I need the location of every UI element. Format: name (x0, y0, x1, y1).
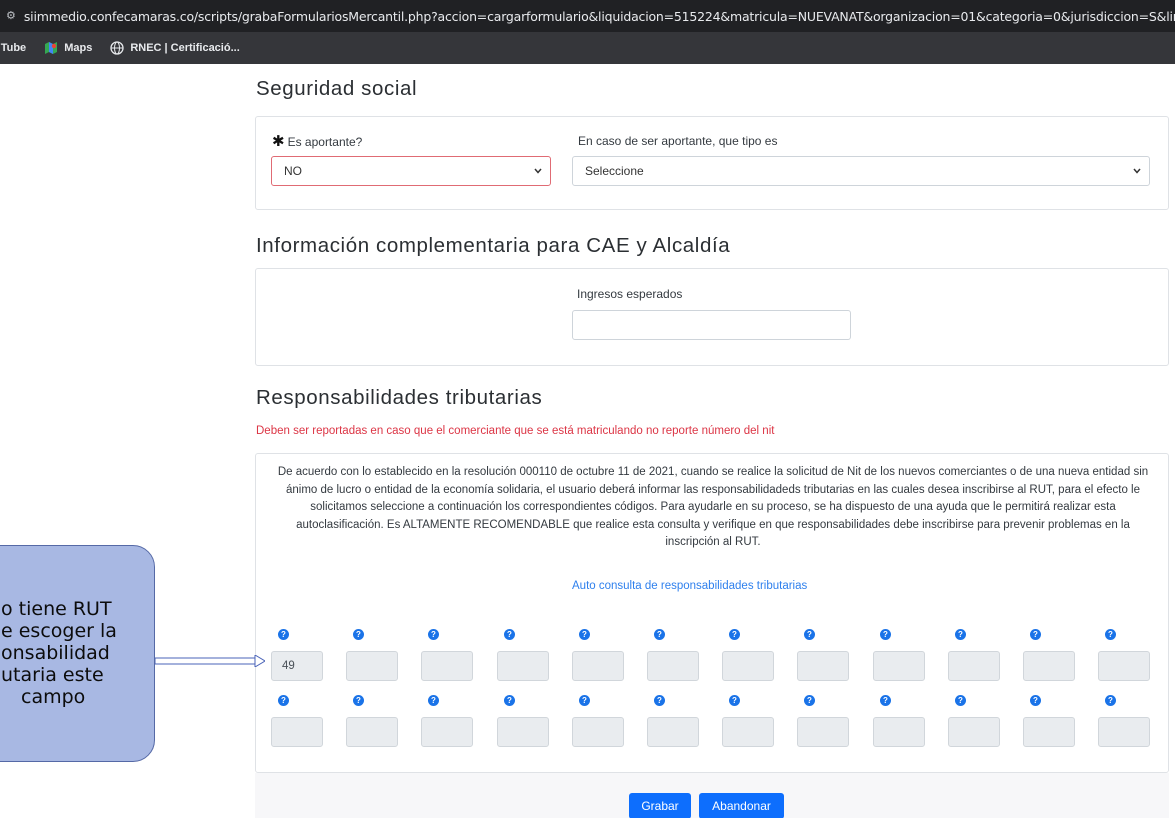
help-icon[interactable]: ? (579, 629, 590, 640)
help-icon[interactable]: ? (353, 695, 364, 706)
help-icon[interactable]: ? (278, 629, 289, 640)
responsabilidad-code-input[interactable] (1023, 717, 1075, 747)
responsabilidad-code-input[interactable] (421, 717, 473, 747)
callout-line: campo (21, 686, 86, 708)
callout-line: o tiene RUT (1, 598, 112, 620)
grabar-button[interactable]: Grabar (629, 793, 691, 818)
globe-icon (110, 41, 124, 55)
responsabilidad-code-input[interactable] (948, 717, 1000, 747)
help-icon[interactable]: ? (1030, 695, 1041, 706)
help-icon[interactable]: ? (428, 629, 439, 640)
help-icon[interactable]: ? (880, 629, 891, 640)
bookmarks-bar: uTube Maps RNEC | Certificació... (0, 32, 1175, 64)
tipo-aportante-select[interactable]: Seleccione (572, 156, 1150, 186)
responsabilidad-code-input[interactable] (1098, 717, 1150, 747)
responsabilidad-code-input[interactable] (572, 717, 624, 747)
callout-line: utaria este (1, 664, 104, 686)
responsabilidad-code-input[interactable] (1098, 651, 1150, 681)
abandonar-button[interactable]: Abandonar (699, 793, 784, 818)
bookmark-rnec[interactable]: RNEC | Certificació... (110, 41, 240, 55)
responsabilidad-code-input[interactable] (346, 717, 398, 747)
chevron-down-icon (534, 168, 542, 174)
responsabilidad-code-input[interactable] (647, 717, 699, 747)
help-icon[interactable]: ? (729, 695, 740, 706)
required-asterisk-icon: ✱ (272, 133, 285, 150)
aportante-label: ✱ Es aportante? (272, 133, 363, 150)
responsabilidad-code-input[interactable]: 49 (271, 651, 323, 681)
section-title-seguridad-social: Seguridad social (256, 77, 418, 100)
aportante-value: NO (284, 164, 302, 178)
section-title-info-complementaria: Información complementaria para CAE y Al… (256, 234, 731, 257)
callout-line: e escoger la (1, 620, 117, 642)
responsabilidades-warning: Deben ser reportadas en caso que el come… (256, 425, 775, 437)
help-icon[interactable]: ? (579, 695, 590, 706)
responsabilidad-code-input[interactable] (346, 651, 398, 681)
site-info-icon[interactable]: ⚙ (6, 9, 16, 23)
help-icon[interactable]: ? (955, 695, 966, 706)
responsabilidad-code-input[interactable] (873, 651, 925, 681)
ingresos-input[interactable] (572, 310, 851, 340)
bookmark-label: RNEC | Certificació... (130, 42, 240, 54)
help-icon[interactable]: ? (504, 629, 515, 640)
responsabilidad-code-input[interactable] (647, 651, 699, 681)
responsabilidad-code-input[interactable] (572, 651, 624, 681)
help-icon[interactable]: ? (654, 695, 665, 706)
responsabilidad-code-input[interactable] (421, 651, 473, 681)
callout-line: onsabilidad (1, 642, 110, 664)
form-page: Seguridad social ✱ Es aportante? NO En ca… (0, 64, 1175, 818)
help-icon[interactable]: ? (804, 695, 815, 706)
help-icon[interactable]: ? (1105, 695, 1116, 706)
responsabilidad-code-input[interactable] (797, 651, 849, 681)
responsabilidad-code-input[interactable] (271, 717, 323, 747)
help-icon[interactable]: ? (804, 629, 815, 640)
seguridad-social-card: ✱ Es aportante? NO En caso de ser aportan… (255, 116, 1169, 210)
bookmark-youtube[interactable]: uTube (0, 42, 26, 54)
responsabilidad-code-input[interactable] (797, 717, 849, 747)
callout-text: o tiene RUT e escoger la onsabilidad uta… (1, 598, 140, 708)
help-icon[interactable]: ? (654, 629, 665, 640)
ingresos-label: Ingresos esperados (577, 287, 683, 301)
responsabilidad-code-input[interactable] (948, 651, 1000, 681)
responsabilidad-code-input[interactable] (873, 717, 925, 747)
help-icon[interactable]: ? (353, 629, 364, 640)
url-text[interactable]: siimmedio.confecamaras.co/scripts/grabaF… (24, 9, 1175, 24)
maps-icon (45, 42, 58, 54)
responsabilidad-code-input[interactable] (1023, 651, 1075, 681)
help-icon[interactable]: ? (729, 629, 740, 640)
tipo-aportante-value: Seleccione (585, 164, 644, 178)
bookmark-label: Maps (64, 42, 93, 54)
help-icon[interactable]: ? (428, 695, 439, 706)
help-icon[interactable]: ? (955, 629, 966, 640)
responsabilidad-code-input[interactable] (722, 717, 774, 747)
callout-annotation: o tiene RUT e escoger la onsabilidad uta… (0, 545, 155, 762)
help-icon[interactable]: ? (278, 695, 289, 706)
responsabilidades-paragraph: De acuerdo con lo establecido en la reso… (277, 466, 1149, 549)
help-icon[interactable]: ? (504, 695, 515, 706)
tipo-aportante-label: En caso de ser aportante, que tipo es (578, 134, 778, 148)
responsabilidad-code-input[interactable] (497, 651, 549, 681)
help-icon[interactable]: ? (1105, 629, 1116, 640)
help-icon[interactable]: ? (880, 695, 891, 706)
bookmark-label: uTube (0, 42, 27, 54)
aportante-select[interactable]: NO (271, 156, 551, 186)
section-title-responsabilidades: Responsabilidades tributarias (256, 386, 543, 409)
arrow-right-icon (155, 655, 265, 667)
responsabilidad-code-input[interactable] (497, 717, 549, 747)
auto-consulta-link[interactable]: Auto consulta de responsabilidades tribu… (572, 580, 807, 592)
responsabilidad-code-input[interactable] (722, 651, 774, 681)
bookmark-maps[interactable]: Maps (44, 41, 92, 55)
address-bar[interactable]: ⚙ siimmedio.confecamaras.co/scripts/grab… (0, 0, 1175, 32)
chevron-down-icon (1133, 168, 1141, 174)
info-complementaria-card: Ingresos esperados (255, 268, 1169, 366)
help-icon[interactable]: ? (1030, 629, 1041, 640)
